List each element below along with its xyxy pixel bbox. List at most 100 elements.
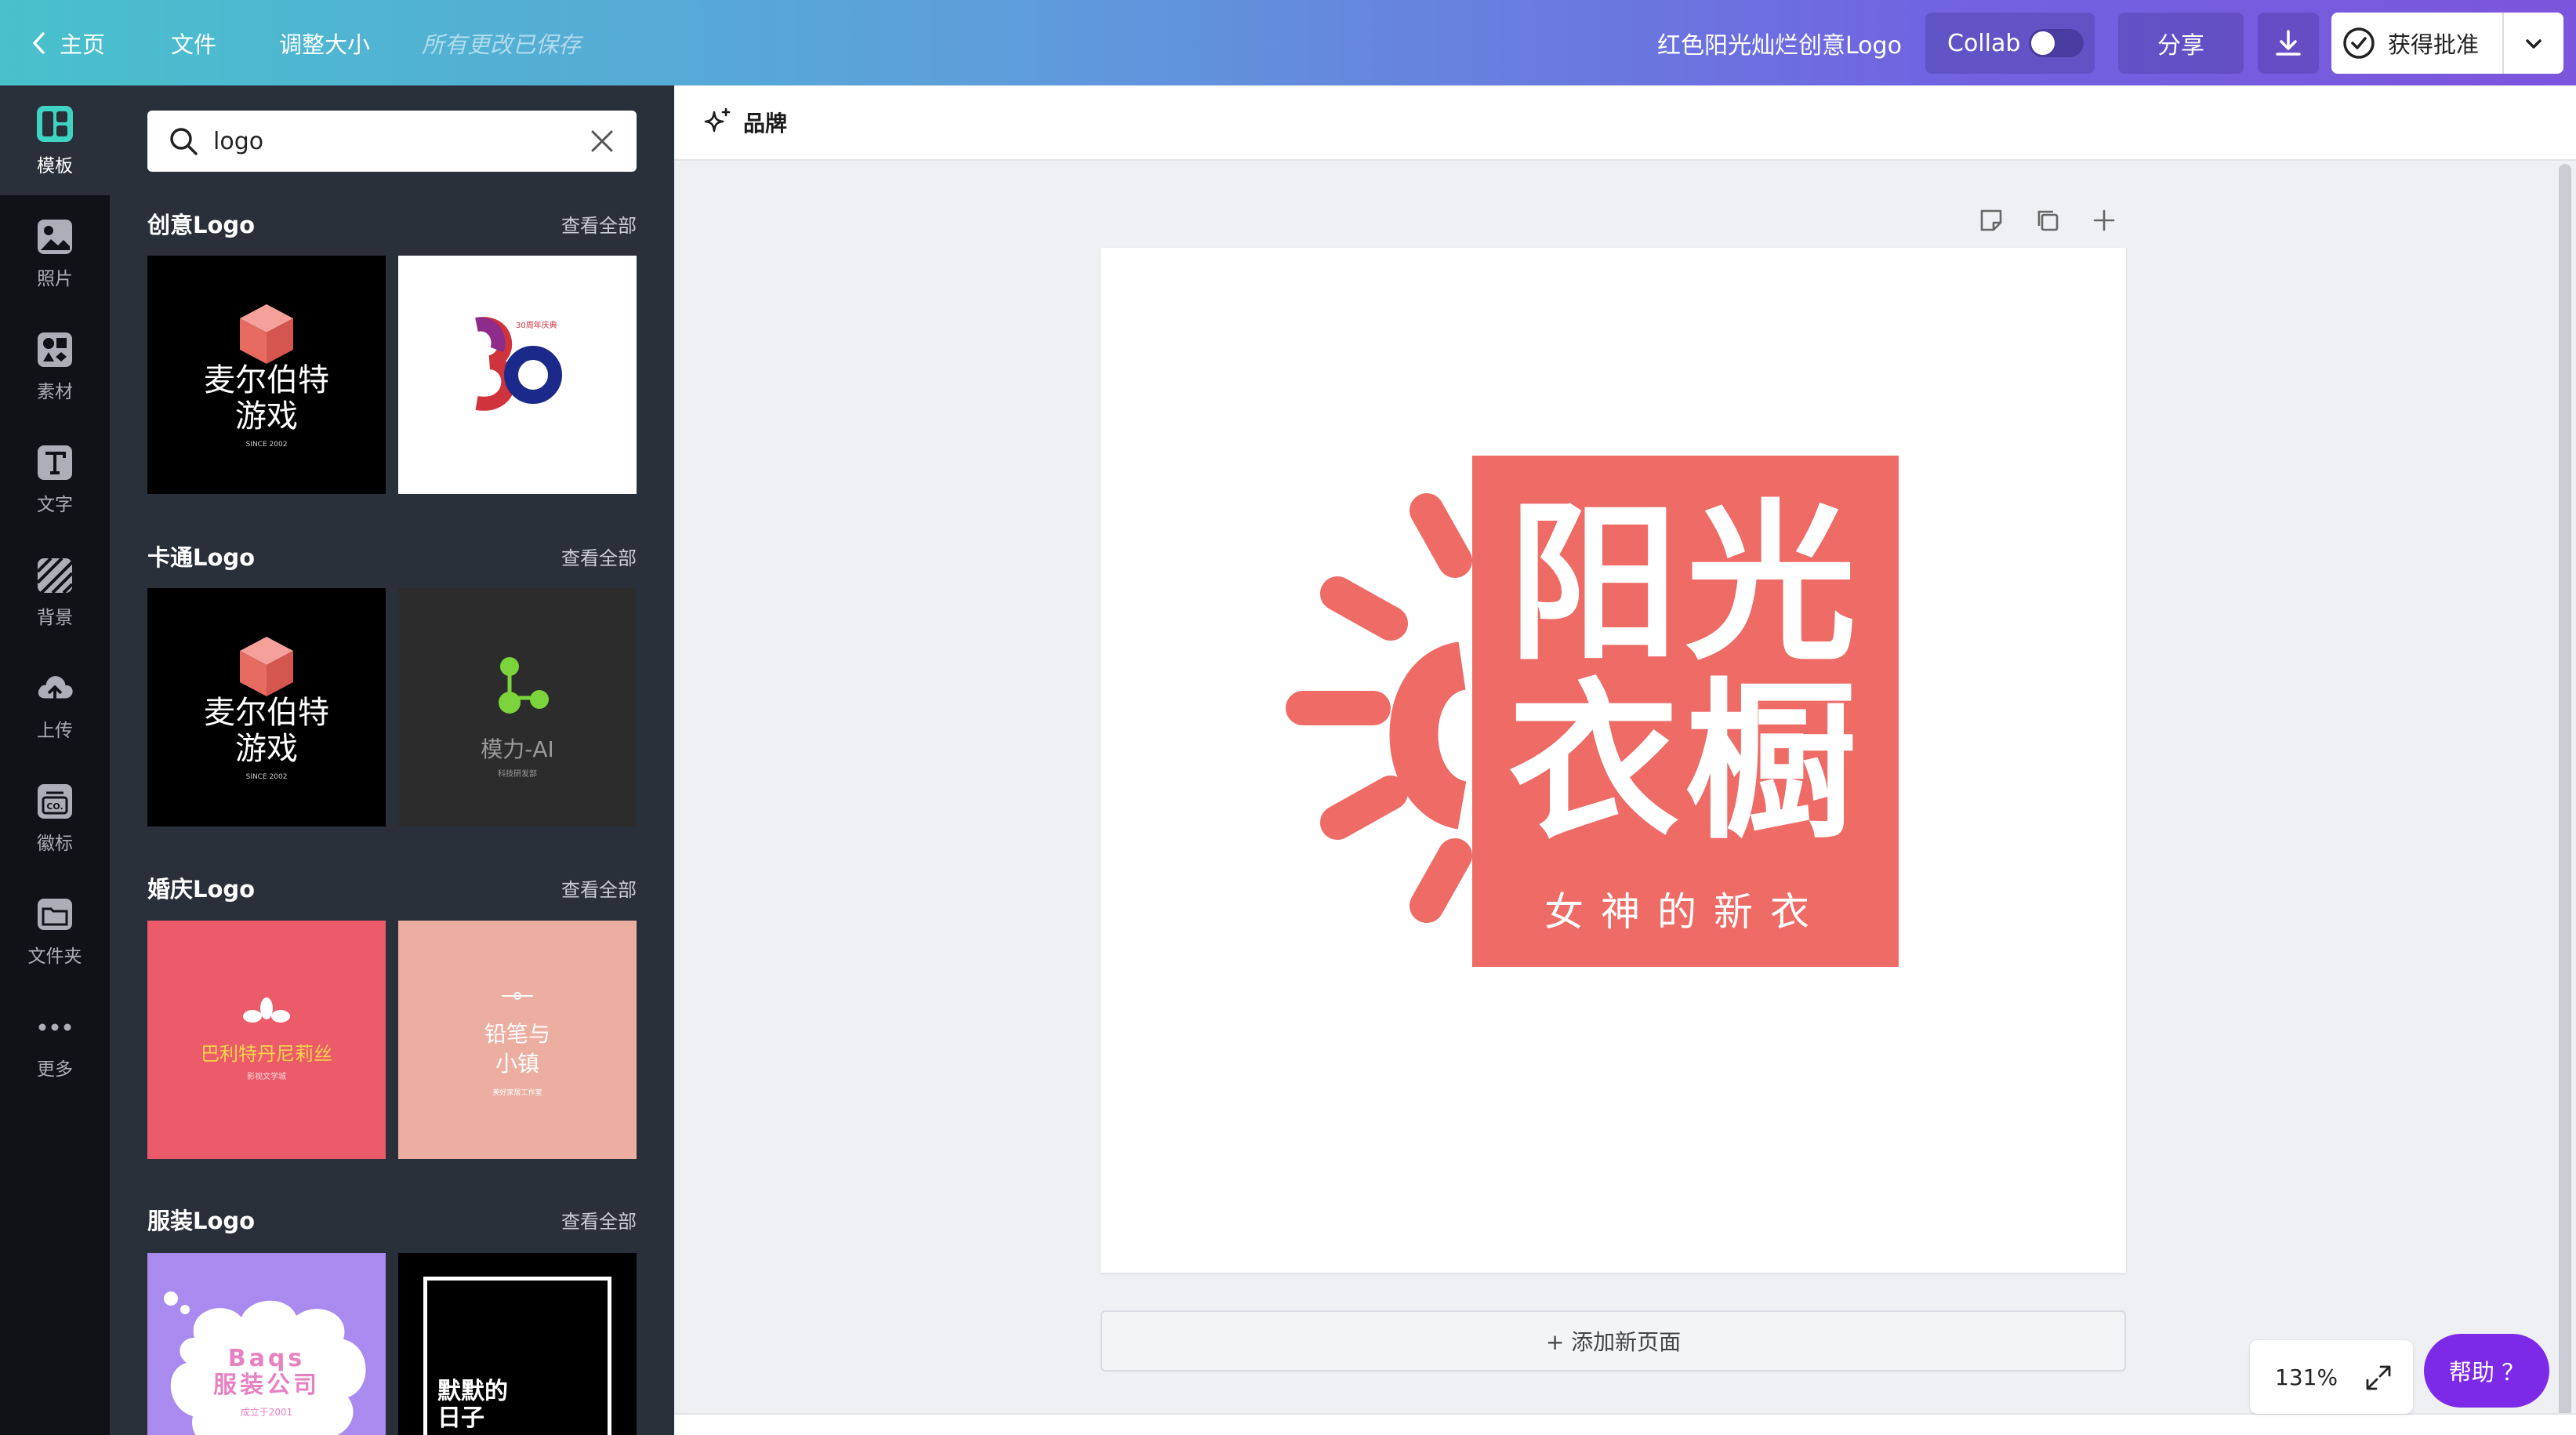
chevron-down-icon[interactable]	[2523, 33, 2545, 55]
download-icon	[2276, 30, 2301, 56]
brand-label: 品牌	[743, 111, 788, 136]
add-page-button[interactable]: + 添加新页面	[1101, 1310, 2126, 1371]
logo-line-1[interactable]: 阳光	[1472, 498, 1899, 669]
note-button[interactable]	[1972, 202, 2010, 239]
rail-item-more[interactable]: 更多	[0, 989, 110, 1099]
fullscreen-icon[interactable]	[2364, 1364, 2393, 1392]
template-thumb[interactable]: 巴利特丹尼莉丝 影视文学城	[147, 921, 386, 1159]
note-icon	[1980, 209, 2002, 231]
template-thumb[interactable]: 麦尔伯特 游戏 SINCE 2002	[147, 588, 386, 826]
search-icon	[170, 128, 198, 155]
section-header: 服装Logo 查看全部	[147, 1204, 637, 1235]
rail-label: 上传	[37, 721, 73, 741]
document-title[interactable]: 红色阳光灿烂创意Logo	[1657, 0, 1902, 85]
resize-menu[interactable]: 调整大小	[279, 0, 370, 85]
rail-label: 背景	[37, 608, 73, 628]
duplicate-page-button[interactable]	[2029, 202, 2066, 239]
section-title: 婚庆Logo	[147, 876, 256, 903]
help-button[interactable]: 帮助 ？	[2424, 1334, 2549, 1408]
thumb-small-text: 科技研发部	[498, 770, 537, 779]
rail-item-background[interactable]: 背景	[0, 537, 110, 647]
approve-button[interactable]: 获得批准	[2331, 13, 2563, 74]
section-header: 卡通Logo 查看全部	[147, 540, 637, 572]
thumb-small-text: 美好家居工作室	[492, 1089, 542, 1097]
toggle-knob	[2031, 31, 2055, 55]
see-all-link[interactable]: 查看全部	[561, 210, 637, 238]
rail-item-text[interactable]: 文字	[0, 424, 110, 534]
zoom-level: 131%	[2275, 1364, 2338, 1390]
template-thumb[interactable]: 模力-AI 科技研发部	[398, 588, 637, 826]
logo-tagline[interactable]: 女神的新衣	[1472, 881, 1899, 937]
thumb-text: 麦尔伯特 游戏	[204, 695, 329, 767]
search-box[interactable]	[147, 111, 637, 172]
zoom-control[interactable]: 131%	[2250, 1340, 2413, 1414]
brand-button[interactable]: 品牌	[702, 107, 787, 138]
rail-item-templates[interactable]: 模板	[0, 85, 110, 195]
templates-panel: 创意Logo 查看全部 麦尔伯特 游戏 SINCE 2002 30周年庆典 卡通…	[110, 85, 674, 1435]
logo-line-2[interactable]: 衣橱	[1472, 677, 1899, 848]
see-all-link[interactable]: 查看全部	[561, 874, 637, 902]
template-thumb[interactable]: 铅笔与 小镇 美好家居工作室	[398, 921, 637, 1159]
thumb-text: 默默的 日子	[437, 1378, 508, 1432]
rail-label: 照片	[37, 269, 73, 289]
thumb-text: 巴利特丹尼莉丝	[201, 1043, 332, 1065]
horizontal-scroll-area	[674, 1413, 2576, 1435]
photo-icon	[34, 216, 75, 257]
divider	[2502, 13, 2504, 74]
thumb-small-text: SINCE 2002	[245, 441, 288, 449]
file-menu[interactable]: 文件	[171, 0, 216, 85]
template-thumb[interactable]: 默默的 日子	[398, 1253, 637, 1435]
rail-item-photos[interactable]: 照片	[0, 198, 110, 308]
rail-item-upload[interactable]: 上传	[0, 650, 110, 760]
molecule-icon	[499, 657, 549, 714]
toggle-switch[interactable]	[2029, 29, 2084, 57]
download-button[interactable]	[2258, 13, 2319, 74]
see-all-link[interactable]: 查看全部	[561, 1206, 637, 1233]
upload-icon	[34, 668, 75, 709]
rail-item-badge[interactable]: CO. 徽标	[0, 763, 110, 873]
thumb-small-text: SINCE 2002	[245, 773, 288, 781]
elements-icon	[34, 329, 75, 370]
logo-text-block[interactable]: 阳光 衣橱 女神的新衣	[1472, 456, 1899, 967]
rail-item-folder[interactable]: 文件夹	[0, 876, 110, 986]
folder-icon	[34, 894, 75, 935]
add-page-icon-button[interactable]	[2085, 202, 2123, 239]
cube-icon	[240, 304, 293, 364]
cube-icon	[240, 637, 293, 696]
section-title: 卡通Logo	[147, 544, 256, 571]
thumb-text: 模力-AI	[481, 736, 554, 762]
vertical-scrollbar[interactable]	[2559, 164, 2571, 1417]
more-icon	[34, 1007, 75, 1048]
sun-graphic[interactable]	[1256, 470, 1491, 1042]
sparkle-icon	[704, 107, 731, 133]
section-title: 创意Logo	[147, 212, 256, 238]
badge-icon: CO.	[34, 781, 75, 822]
thumb-small-text: 成立于2001	[240, 1407, 293, 1418]
section-title: 服装Logo	[147, 1208, 256, 1234]
template-thumb[interactable]: 30周年庆典	[398, 256, 637, 494]
rail-item-elements[interactable]: 素材	[0, 311, 110, 421]
rail-label: 徽标	[37, 834, 73, 854]
thumb-text: 铅笔与 小镇	[484, 1021, 550, 1077]
close-icon[interactable]	[590, 129, 615, 154]
ornament-icon	[502, 992, 533, 1000]
editor-toolbar: 品牌	[674, 85, 2576, 161]
top-bar: 主页 文件 调整大小 所有更改已保存 红色阳光灿烂创意Logo Collab 分…	[0, 0, 2576, 85]
collab-toggle[interactable]: Collab	[1925, 13, 2095, 74]
rail-label: 更多	[37, 1059, 73, 1080]
home-button[interactable]: 主页	[31, 0, 105, 85]
flower-icon	[243, 997, 290, 1023]
thumb-text: Baqs 服装公司	[213, 1345, 320, 1399]
template-thumb[interactable]: Baqs 服装公司 成立于2001	[147, 1253, 386, 1435]
share-button[interactable]: 分享	[2118, 13, 2244, 74]
template-thumb[interactable]: 麦尔伯特 游戏 SINCE 2002	[147, 256, 386, 494]
search-input[interactable]	[213, 127, 558, 155]
home-label: 主页	[60, 31, 106, 58]
thumb-text: 麦尔伯特 游戏	[204, 362, 329, 434]
text-icon	[34, 442, 75, 483]
save-status: 所有更改已保存	[422, 31, 582, 58]
see-all-link[interactable]: 查看全部	[561, 543, 637, 570]
section-header: 婚庆Logo 查看全部	[147, 872, 637, 903]
background-icon	[34, 555, 75, 596]
editor-workspace: 品牌 阳光 衣橱 女神的新衣 + 添加新页面 131% 帮助 ？	[674, 85, 2576, 1435]
